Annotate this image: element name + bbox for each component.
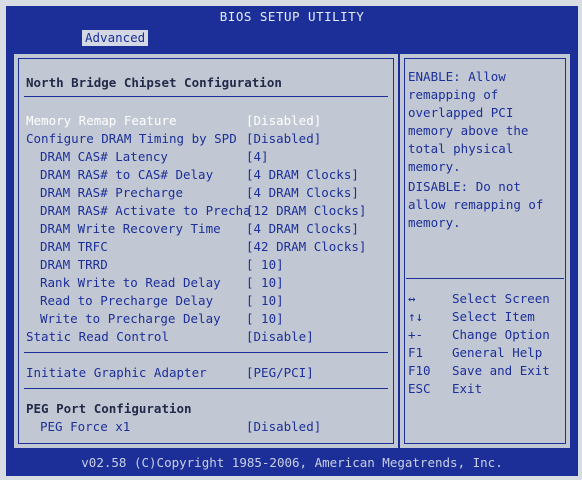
plus-minus-key: +- [408,327,424,342]
setting-label: Write to Precharge Delay [40,311,221,326]
key-action: Select Item [452,309,535,324]
setting-label: Rank Write to Read Delay [40,275,221,290]
setting-value[interactable]: [PEG/PCI] [246,364,314,382]
setting-value[interactable]: [ 10] [246,292,284,310]
key-row: ↑↓ Select Item [408,308,563,326]
bios-title: BIOS SETUP UTILITY [6,6,578,28]
group-divider [24,388,388,389]
setting-value[interactable]: [Disabled] [246,112,321,130]
setting-label: DRAM RAS# Activate to Precha [40,203,251,218]
settings-panel: North Bridge Chipset Configuration Memor… [14,54,398,448]
help-enable-text: ENABLE: Allow remapping of overlapped PC… [408,69,536,174]
setting-label: DRAM Write Recovery Time [40,221,221,236]
key-action: Select Screen [452,291,550,306]
setting-label: DRAM RAS# to CAS# Delay [40,167,214,182]
setting-label: DRAM TRRD [40,257,108,272]
help-disable-text: DISABLE: Do not allow remapping of memor… [408,179,551,230]
setting-value[interactable]: [4 DRAM Clocks] [246,220,359,238]
left-right-arrow-icon: ↔ [408,291,416,306]
setting-label: Read to Precharge Delay [40,293,214,308]
f10-key: F10 [408,363,431,378]
setting-label: DRAM CAS# Latency [40,149,168,164]
esc-key: ESC [408,381,431,396]
setting-value[interactable]: [Disable] [246,328,314,346]
setting-label: PEG Force x1 [40,419,131,434]
setting-label: Memory Remap Feature [26,113,177,128]
key-row: +- Change Option [408,326,563,344]
setting-value[interactable]: [ 10] [246,310,284,328]
key-action: Exit [452,381,483,396]
key-action: General Help [452,345,543,360]
f1-key: F1 [408,345,424,360]
help-panel: ENABLE: Allow remapping of overlapped PC… [400,54,570,448]
key-row: ESC Exit [408,380,563,398]
tab-advanced[interactable]: Advanced [82,30,149,46]
key-row: F10 Save and Exit [408,362,563,380]
setting-value[interactable]: [4 DRAM Clocks] [246,166,359,184]
setting-value[interactable]: [Disabled] [246,418,321,436]
setting-value[interactable]: [4] [246,148,269,166]
key-legend: ↔ Select Screen ↑↓ Select Item +- Change… [408,290,563,398]
key-row: F1 General Help [408,344,563,362]
up-down-arrow-icon: ↑↓ [408,309,424,324]
setting-value[interactable]: [Disabled] [246,130,321,148]
setting-label: Configure DRAM Timing by SPD [26,131,237,146]
tab-bar: Advanced [6,30,578,46]
setting-value[interactable]: [12 DRAM Clocks] [246,202,366,220]
key-action: Save and Exit [452,363,550,378]
key-action: Change Option [452,327,550,342]
setting-value[interactable]: [4 DRAM Clocks] [246,184,359,202]
help-divider [406,278,564,279]
key-row: ↔ Select Screen [408,290,563,308]
setting-value[interactable]: [ 10] [246,256,284,274]
setting-label: DRAM RAS# Precharge [40,185,183,200]
group-divider [24,352,388,353]
peg-section-title: PEG Port Configuration [26,401,192,416]
setting-value[interactable]: [42 DRAM Clocks] [246,238,366,256]
setting-label: Static Read Control [26,329,169,344]
setting-label: Initiate Graphic Adapter [26,365,207,380]
section-divider [24,96,388,97]
bios-screen: BIOS SETUP UTILITY Advanced North Bridge… [6,6,578,476]
setting-value[interactable]: [ 10] [246,274,284,292]
section-title: North Bridge Chipset Configuration [26,75,282,90]
setting-label: DRAM TRFC [40,239,108,254]
copyright-footer: v02.58 (C)Copyright 1985-2006, American … [6,450,578,476]
